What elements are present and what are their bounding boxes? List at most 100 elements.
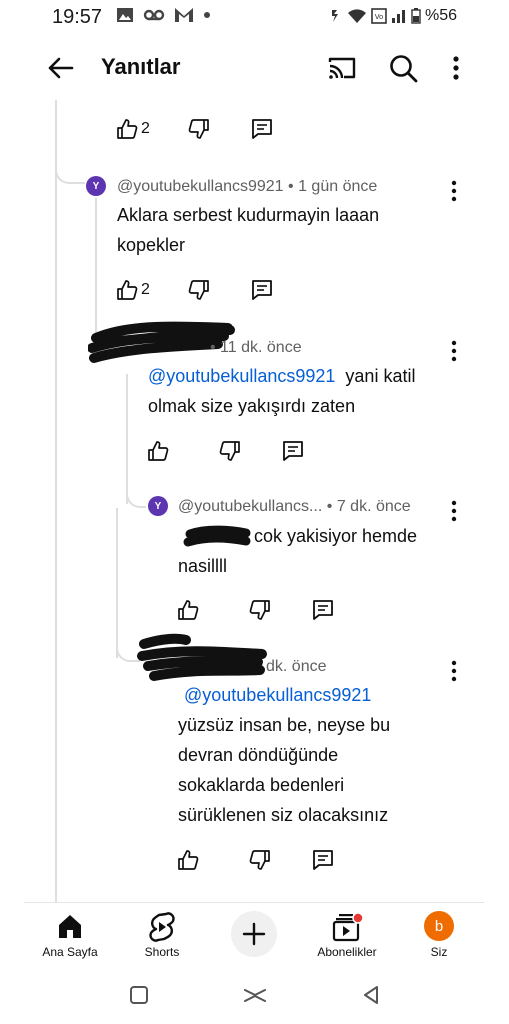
comment-text: Aklara serbest kudurmayin laaan kopekler <box>117 200 427 260</box>
svg-text:Vo: Vo <box>375 13 384 21</box>
nav-you[interactable]: b Siz <box>394 907 484 971</box>
mention-link[interactable]: @youtubekullancs9921 <box>184 685 371 705</box>
thumb-down-icon <box>188 119 209 139</box>
shorts-icon <box>149 912 175 942</box>
bottom-nav: Ana Sayfa Shorts Abonelikler b Siz <box>24 902 484 972</box>
more-vert-icon[interactable] <box>446 52 466 84</box>
thumb-up-icon <box>178 600 199 620</box>
recents-icon[interactable] <box>128 984 150 1006</box>
comment-icon <box>313 850 333 870</box>
mention-link[interactable]: @youtubekullancs9921 <box>148 366 335 386</box>
nav-label: Ana Sayfa <box>42 945 98 959</box>
alarm-icon <box>331 10 338 22</box>
gmail-icon <box>175 8 193 22</box>
thread-line <box>116 508 118 658</box>
thread-connector <box>126 484 146 508</box>
thumb-up-icon <box>178 850 199 870</box>
image-icon <box>117 8 133 22</box>
reply-button[interactable] <box>281 437 305 465</box>
comment-more-icon[interactable] <box>448 339 460 363</box>
comment-time: • 11 dk. önce <box>210 339 302 356</box>
like-button[interactable]: 2 <box>116 115 150 143</box>
comment-meta: @youtubekullancs9921 • 1 gün önce <box>117 178 377 196</box>
comment-meta: • 11 dk. önce <box>210 339 302 357</box>
reply-button[interactable] <box>311 596 335 624</box>
comment-text: yüzsüz insan be, neyse bu devran döndüğü… <box>178 710 428 830</box>
subscriptions-icon <box>332 912 364 942</box>
app-bar: Yanıtlar <box>0 36 509 100</box>
thread-line <box>95 198 97 338</box>
nav-shorts[interactable]: Shorts <box>117 907 207 971</box>
comment-meta: @youtubekullancs... • 7 dk. önce <box>178 498 411 516</box>
back-triangle-icon[interactable] <box>360 984 382 1006</box>
like-button[interactable] <box>177 846 202 874</box>
avatar-letter: Y <box>154 500 162 512</box>
comment-mention: @youtubekullancs9921 <box>184 680 444 710</box>
thumb-down-icon <box>249 850 270 870</box>
like-count: 2 <box>141 281 150 298</box>
comment-body: yüzsüz insan be, neyse bu devran döndüğü… <box>178 715 391 825</box>
search-icon[interactable] <box>386 51 420 85</box>
cast-icon[interactable] <box>326 52 358 84</box>
dislike-button[interactable] <box>249 846 271 874</box>
comment-body: Aklara serbest kudurmayin laaan kopekler <box>117 205 380 255</box>
dislike-button[interactable] <box>188 276 210 304</box>
nav-label: Shorts <box>144 945 180 959</box>
reply-actions: 2 <box>116 115 296 143</box>
like-button[interactable] <box>147 437 172 465</box>
system-nav-bar <box>0 972 509 1024</box>
comment-more-icon[interactable] <box>448 659 460 683</box>
battery-percent: %56 <box>424 7 457 24</box>
thread-line <box>55 100 57 902</box>
thumb-down-icon <box>188 280 209 300</box>
thread-connector <box>55 160 85 184</box>
avatar-letter: b <box>434 917 444 935</box>
thumb-up-icon <box>117 280 138 300</box>
reply-button[interactable] <box>250 115 274 143</box>
thumb-down-icon <box>219 441 240 461</box>
comment-more-icon[interactable] <box>448 179 460 203</box>
dot-icon <box>204 12 210 18</box>
comment-icon <box>313 600 333 620</box>
dislike-button[interactable] <box>188 115 210 143</box>
reply-button[interactable] <box>250 276 274 304</box>
comment-author[interactable]: @youtubekullancs9921 <box>117 178 284 195</box>
comment-time: dk. önce <box>266 658 327 675</box>
home-icon <box>59 915 81 938</box>
nav-home[interactable]: Ana Sayfa <box>25 907 115 971</box>
create-plus-icon <box>242 922 266 946</box>
comment-actions <box>177 596 357 624</box>
status-right-icons: Vo %56 <box>331 7 457 25</box>
comment-text: cok yakisiyor hemde nasillll <box>178 521 448 581</box>
status-left-icons <box>116 6 211 24</box>
comment-author[interactable]: @youtubekullancs... <box>178 498 322 515</box>
nav-subscriptions[interactable]: Abonelikler <box>302 907 392 971</box>
comment-time: • 1 gün önce <box>288 178 378 195</box>
avatar[interactable]: Y <box>86 176 106 196</box>
nav-label: Siz <box>430 945 448 959</box>
voicemail-icon <box>143 9 165 21</box>
home-gesture-icon[interactable] <box>242 984 268 1006</box>
avatar[interactable]: Y <box>148 496 168 516</box>
create-button[interactable] <box>231 911 277 957</box>
account-avatar-icon: b <box>424 911 454 941</box>
back-arrow-icon[interactable] <box>44 52 76 84</box>
comment-actions <box>177 846 357 874</box>
thumb-up-icon <box>117 119 138 139</box>
reply-button[interactable] <box>311 846 335 874</box>
like-button[interactable] <box>177 596 202 624</box>
like-button[interactable]: 2 <box>116 276 150 304</box>
comment-text: @youtubekullancs9921 yani katil olmak si… <box>148 361 438 421</box>
thumb-down-icon <box>249 600 270 620</box>
battery-icon <box>411 8 421 24</box>
avatar-letter: Y <box>92 180 100 192</box>
nav-label: Abonelikler <box>317 945 377 959</box>
comment-time: • 7 dk. önce <box>326 498 411 515</box>
dislike-button[interactable] <box>219 437 241 465</box>
comment-body: cok yakisiyor hemde nasillll <box>178 526 418 576</box>
wifi-icon <box>347 9 366 23</box>
volte-icon: Vo <box>371 8 387 24</box>
comment-more-icon[interactable] <box>448 499 460 523</box>
dislike-button[interactable] <box>249 596 271 624</box>
comment-icon <box>252 280 272 300</box>
